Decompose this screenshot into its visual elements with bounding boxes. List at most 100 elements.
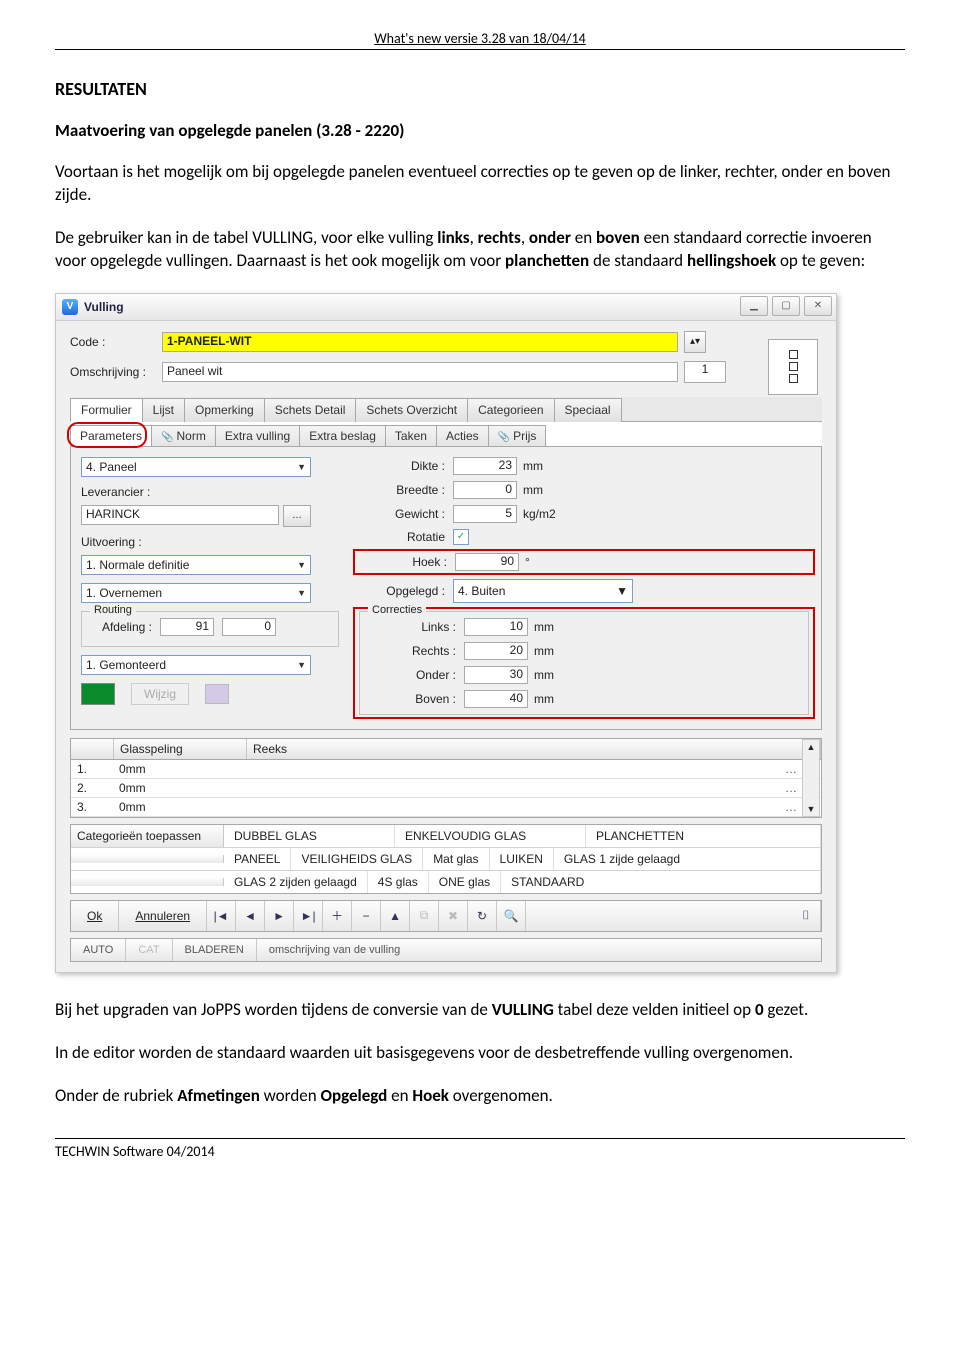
col-reeks[interactable]: Reeks (247, 739, 821, 759)
boven-input[interactable]: 40 (464, 690, 528, 708)
scroll-down-icon[interactable]: ▼ (807, 804, 816, 814)
tab-opmerking[interactable]: Opmerking (184, 398, 265, 422)
duplicate-button[interactable]: ⧉ (410, 901, 439, 931)
table-row[interactable]: 2.0mm… (71, 779, 821, 798)
tab-parameters[interactable]: Parameters (70, 425, 152, 446)
chevron-down-icon: ▼ (297, 462, 306, 472)
cat-cell[interactable]: VEILIGHEIDS GLAS (291, 848, 423, 870)
status-bar: AUTO CAT BLADEREN omschrijving van de vu… (70, 938, 822, 962)
cat-cell[interactable]: ENKELVOUDIG GLAS (395, 825, 586, 847)
status-cat: CAT (126, 939, 172, 961)
add-button[interactable]: ＋ (323, 901, 352, 931)
ok-button[interactable]: Ok (71, 901, 119, 931)
tab-acties[interactable]: Acties (436, 425, 489, 446)
opgelegd-dropdown[interactable]: 4. Buiten▼ (453, 579, 633, 603)
color-swatch-green[interactable] (81, 683, 115, 705)
table-row[interactable]: 3.0mm… (71, 798, 821, 817)
minimize-button[interactable]: ▁ (740, 296, 768, 316)
rotatie-checkbox[interactable]: ✓ (453, 529, 469, 545)
tab-extra-vulling[interactable]: Extra vulling (215, 425, 300, 446)
cat-cell[interactable]: PANEEL (224, 848, 291, 870)
desc-input[interactable]: Paneel wit (162, 362, 678, 382)
tab-norm[interactable]: 📎Norm (151, 425, 216, 446)
dikte-input[interactable]: 23 (453, 457, 517, 475)
wijzig-button[interactable]: Wijzig (131, 683, 189, 705)
links-input[interactable]: 10 (464, 618, 528, 636)
cat-cell[interactable]: Mat glas (423, 848, 489, 870)
uitvoering-dropdown[interactable]: 1. Normale definitie▼ (81, 555, 311, 575)
leverancier-input[interactable]: HARINCK (81, 505, 279, 525)
nav-last-button[interactable]: ►| (294, 901, 323, 931)
cat-cell[interactable]: 4S glas (368, 871, 429, 893)
chevron-down-icon: ▼ (297, 660, 306, 670)
cancel-button[interactable]: Annuleren (119, 901, 207, 931)
tab-taken[interactable]: Taken (385, 425, 437, 446)
table-row[interactable]: 1.0mm… (71, 760, 821, 779)
breedte-input[interactable]: 0 (453, 481, 517, 499)
close-button[interactable]: ✕ (804, 296, 832, 316)
delete-button[interactable]: ✖ (439, 901, 468, 931)
desc-index[interactable]: 1 (684, 361, 726, 383)
categories-apply-button[interactable]: Categorieën toepassen (71, 825, 224, 847)
cat-cell[interactable]: GLAS 2 zijden gelaagd (224, 871, 368, 893)
boven-label: Boven : (368, 692, 464, 706)
clip-icon: 📎 (161, 432, 173, 443)
paragraph-1: Voortaan is het mogelijk om bij opgelegd… (55, 161, 905, 207)
cat-cell[interactable]: ONE glas (429, 871, 501, 893)
leverancier-lookup-button[interactable]: … (283, 505, 311, 527)
refresh-button[interactable]: ↻ (468, 901, 497, 931)
gemonteerd-dropdown[interactable]: 1. Gemonteerd▼ (81, 655, 311, 675)
type-dropdown[interactable]: 4. Paneel▼ (81, 457, 311, 477)
status-desc: omschrijving van de vulling (257, 939, 821, 961)
row-lookup-button[interactable]: … (785, 762, 797, 776)
scan-button[interactable]: ⌷ (792, 901, 821, 931)
afdeling-label: Afdeling : (90, 620, 152, 634)
rechts-input[interactable]: 20 (464, 642, 528, 660)
table-scrollbar[interactable]: ▲ ▼ (802, 739, 820, 817)
afdeling-input-2[interactable]: 0 (222, 618, 276, 636)
tab-schets-overzicht[interactable]: Schets Overzicht (355, 398, 468, 422)
cat-cell[interactable]: PLANCHETTEN (586, 825, 821, 847)
nav-first-button[interactable]: |◄ (207, 901, 236, 931)
color-swatch-lilac[interactable] (205, 684, 229, 704)
tab-prijs[interactable]: 📎Prijs (488, 425, 547, 446)
find-button[interactable]: 🔍 (497, 901, 526, 931)
breedte-label: Breedte : (357, 483, 453, 497)
tab-categorieen[interactable]: Categorieen (467, 398, 554, 422)
tab-speciaal[interactable]: Speciaal (554, 398, 622, 422)
hoek-label: Hoek : (359, 555, 455, 569)
maximize-button[interactable]: ▢ (772, 296, 800, 316)
clip-icon: 📎 (498, 432, 510, 443)
code-input[interactable]: 1-PANEEL-WIT (162, 332, 678, 352)
tab-extra-beslag[interactable]: Extra beslag (299, 425, 386, 446)
layer-widget[interactable] (768, 339, 818, 395)
onder-input[interactable]: 30 (464, 666, 528, 684)
cat-cell[interactable]: DUBBEL GLAS (224, 825, 395, 847)
header-form: Code : 1-PANEEL-WIT ▴▾ Omschrijving : Pa… (56, 321, 836, 397)
hoek-input[interactable]: 90 (455, 553, 519, 571)
row-lookup-button[interactable]: … (785, 781, 797, 795)
up-button[interactable]: ▲ (381, 901, 410, 931)
row-lookup-button[interactable]: … (785, 800, 797, 814)
tab-lijst[interactable]: Lijst (142, 398, 185, 422)
tab-schets-detail[interactable]: Schets Detail (264, 398, 357, 422)
nav-prev-button[interactable]: ◄ (236, 901, 265, 931)
cat-cell[interactable]: GLAS 1 zijde gelaagd (554, 848, 821, 870)
glasspeling-table: Glasspeling Reeks 1.0mm… 2.0mm… 3.0mm… (70, 738, 822, 818)
code-updown[interactable]: ▴▾ (684, 331, 706, 353)
highlight-hoek: Hoek :90° (353, 549, 815, 575)
cat-cell[interactable]: STANDAARD (501, 871, 821, 893)
correcties-group: Correcties Links :10mm Rechts :20mm Onde… (359, 611, 809, 715)
gewicht-input[interactable]: 5 (453, 505, 517, 523)
opgelegd-label: Opgelegd : (357, 584, 453, 598)
nav-next-button[interactable]: ► (265, 901, 294, 931)
scroll-up-icon[interactable]: ▲ (807, 742, 816, 752)
remove-button[interactable]: − (352, 901, 381, 931)
cat-cell[interactable]: LUIKEN (490, 848, 554, 870)
overnemen-dropdown[interactable]: 1. Overnemen▼ (81, 583, 311, 603)
col-glasspeling[interactable]: Glasspeling (114, 739, 247, 759)
tab-formulier[interactable]: Formulier (70, 398, 143, 422)
afdeling-input-1[interactable]: 91 (160, 618, 214, 636)
dikte-unit: mm (517, 459, 543, 473)
links-label: Links : (368, 620, 464, 634)
